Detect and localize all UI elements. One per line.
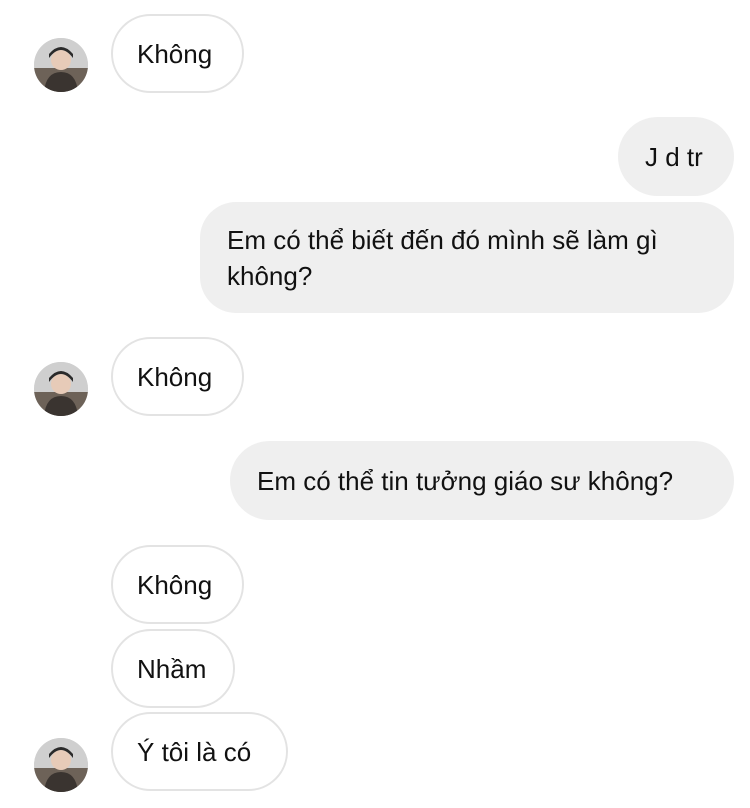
- message-text: Không: [137, 361, 213, 392]
- message-text: Không: [137, 569, 213, 600]
- received-message[interactable]: Không: [111, 337, 244, 416]
- contact-avatar[interactable]: [34, 362, 88, 416]
- sent-message[interactable]: Em có thể tin tưởng giáo sư không?: [230, 441, 734, 520]
- avatar-photo-icon: [34, 362, 88, 416]
- received-message[interactable]: Ý tôi là có: [111, 712, 288, 791]
- message-text: J d tr: [645, 141, 703, 172]
- message-text: Không: [137, 38, 213, 69]
- avatar-photo-icon: [34, 738, 88, 792]
- sent-message[interactable]: J d tr: [618, 117, 734, 196]
- message-text: Em có thể biết đến đó mình sẽ làm gì khô…: [227, 224, 658, 291]
- message-text: Em có thể tin tưởng giáo sư không?: [257, 465, 674, 496]
- contact-avatar[interactable]: [34, 738, 88, 792]
- message-text: Ý tôi là có: [137, 736, 252, 767]
- received-message[interactable]: Không: [111, 545, 244, 624]
- message-thread: Không J d tr Em có thể biết đến đó mình …: [0, 0, 750, 808]
- received-message[interactable]: Không: [111, 14, 244, 93]
- received-message[interactable]: Nhầm: [111, 629, 235, 708]
- contact-avatar[interactable]: [34, 38, 88, 92]
- avatar-photo-icon: [34, 38, 88, 92]
- message-text: Nhầm: [137, 653, 207, 684]
- sent-message[interactable]: Em có thể biết đến đó mình sẽ làm gì khô…: [200, 202, 734, 313]
